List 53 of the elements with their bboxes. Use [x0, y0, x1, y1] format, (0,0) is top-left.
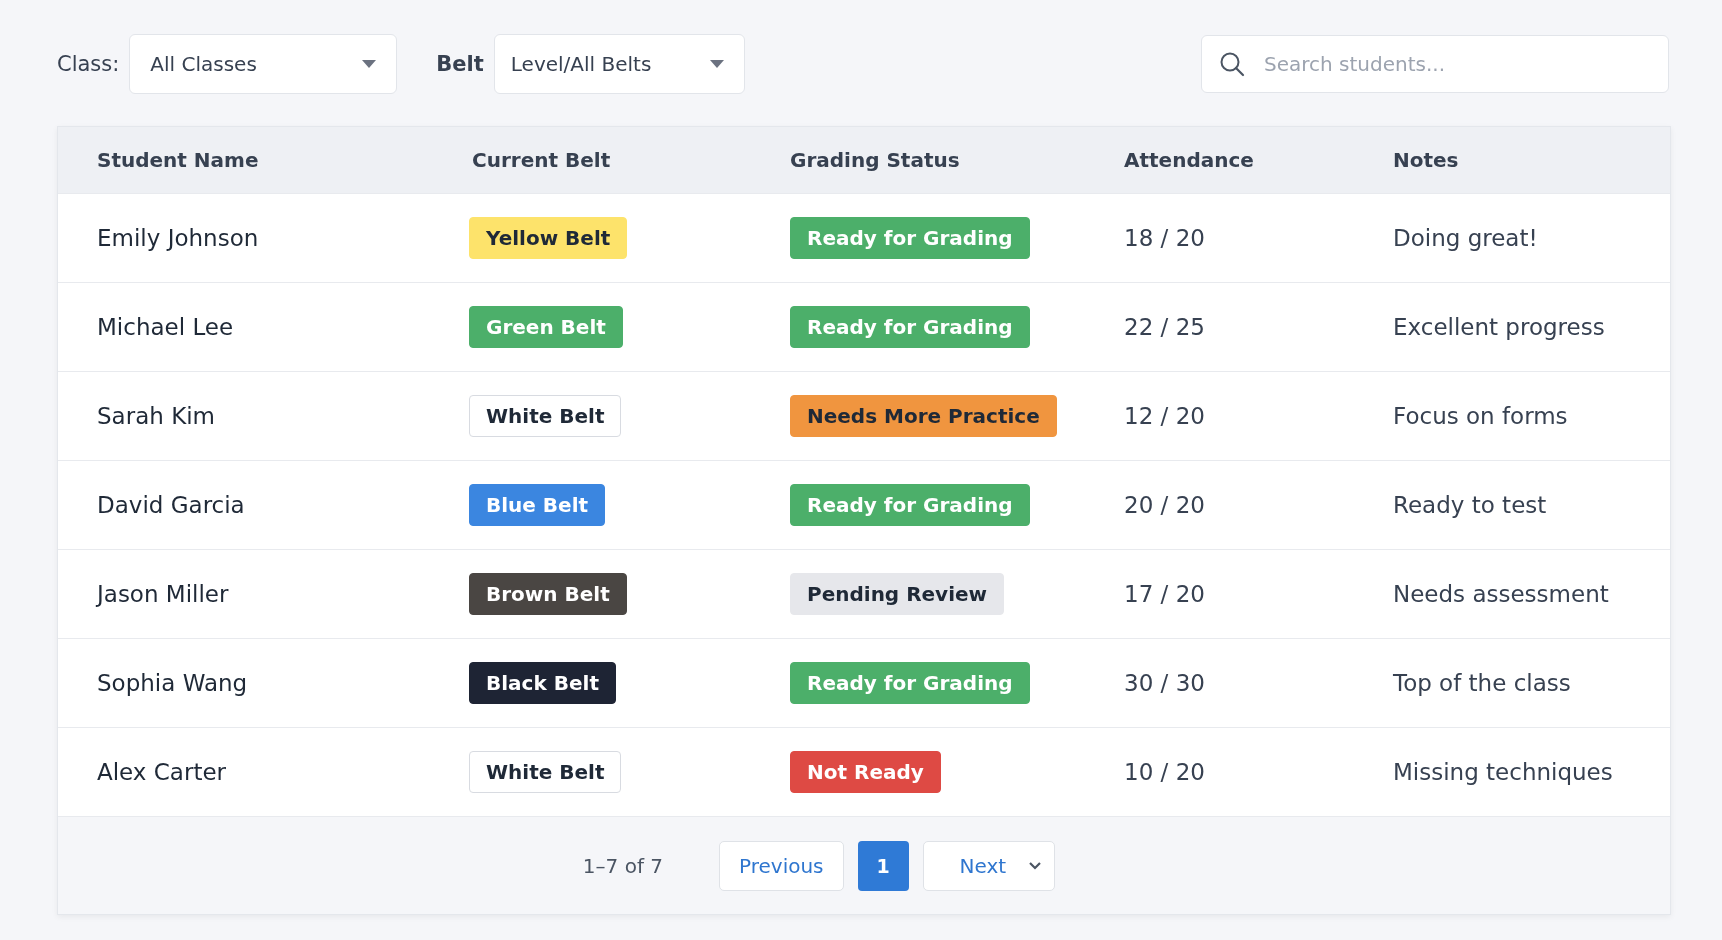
note-text: Focus on forms	[1393, 403, 1569, 429]
page-range: 1–7 of 7	[582, 853, 663, 878]
status-badge: Ready for Grading	[790, 484, 1030, 526]
status-badge: Needs More Practice	[790, 395, 1057, 437]
attendance-count: 17 / 20	[1124, 581, 1206, 607]
previous-button[interactable]: Previous	[719, 840, 844, 891]
class-label: Class:	[57, 52, 120, 76]
next-button[interactable]: Next	[922, 840, 1056, 891]
search-field[interactable]: Search students...	[1201, 35, 1669, 93]
belt-badge: Green Belt	[469, 306, 623, 348]
belt-badge: Brown Belt	[469, 573, 627, 615]
column-header: Attendance	[1124, 148, 1255, 172]
status-badge: Pending Review	[790, 573, 1005, 615]
attendance-count: 30 / 30	[1124, 670, 1206, 696]
attendance-count: 10 / 20	[1124, 759, 1206, 785]
chevron-icon	[1028, 861, 1043, 870]
column-header: Grading Status	[790, 148, 961, 172]
attendance-count: 12 / 20	[1124, 403, 1206, 429]
note-text: Ready to test	[1393, 492, 1548, 518]
student-name: Sarah Kim	[97, 403, 216, 429]
note-text: Excellent progress	[1393, 314, 1606, 340]
status-badge: Ready for Grading	[790, 662, 1030, 704]
attendance-count: 18 / 20	[1124, 225, 1206, 251]
note-text: Top of the class	[1393, 670, 1572, 696]
student-name: Alex Carter	[97, 759, 228, 785]
note-text: Missing techniques	[1393, 759, 1614, 785]
note-text: Needs assessment	[1393, 581, 1610, 607]
belt-label: Belt	[436, 52, 484, 76]
search-icon	[1219, 51, 1245, 77]
student-name: Sophia Wang	[97, 670, 249, 696]
belt-badge: White Belt	[469, 395, 622, 437]
class-dropdown[interactable]: All Classes	[129, 34, 398, 94]
student-name: Michael Lee	[97, 314, 235, 340]
student-name: David Garcia	[97, 492, 246, 518]
belt-badge: Black Belt	[469, 662, 616, 704]
attendance-count: 20 / 20	[1124, 492, 1206, 518]
belt-badge: Blue Belt	[469, 484, 606, 526]
belt-badge: White Belt	[469, 751, 622, 793]
student-name: Jason Miller	[97, 581, 230, 607]
belt-badge: Yellow Belt	[469, 217, 628, 259]
belt-dropdown[interactable]: Level/All Belts	[493, 34, 745, 94]
column-header: Current Belt	[472, 148, 612, 172]
status-badge: Ready for Grading	[790, 217, 1030, 259]
attendance-count: 22 / 25	[1124, 314, 1206, 340]
caret-icon	[709, 60, 724, 68]
note-text: Doing great!	[1393, 225, 1539, 251]
column-header: Student Name	[97, 148, 260, 172]
column-header: Notes	[1393, 148, 1460, 172]
student-name: Emily Johnson	[97, 225, 260, 251]
status-badge: Not Ready	[790, 751, 941, 793]
page-button[interactable]: 1	[857, 840, 909, 891]
status-badge: Ready for Grading	[790, 306, 1030, 348]
caret-icon	[362, 60, 377, 68]
